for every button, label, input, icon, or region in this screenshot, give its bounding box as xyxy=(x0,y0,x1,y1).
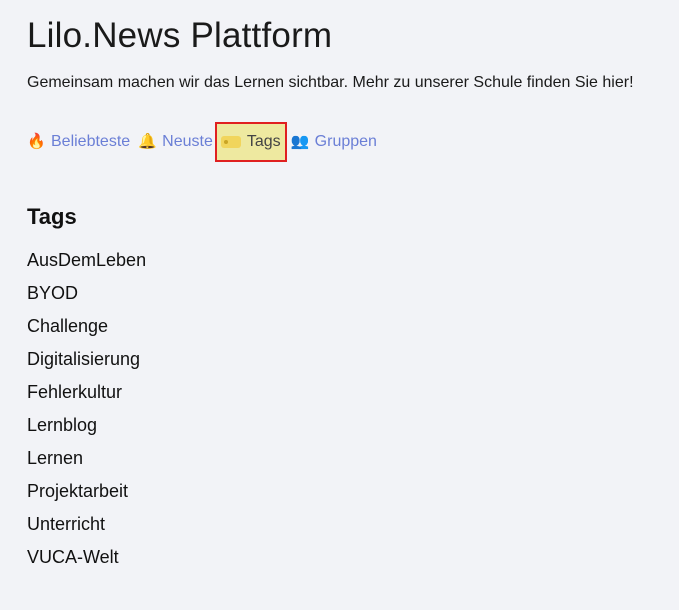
list-item[interactable]: AusDemLeben xyxy=(27,244,679,277)
tagline-text: Gemeinsam machen wir das Lernen sichtbar… xyxy=(27,74,634,91)
nav-item-label: Neuste xyxy=(162,133,213,150)
nav-item-neuste[interactable]: 🔔 Neuste xyxy=(138,130,213,154)
bell-icon: 🔔 xyxy=(138,133,157,150)
main-nav: 🔥 Beliebteste 🔔 Neuste Tags 👥 Gruppen xyxy=(27,122,679,162)
nav-item-tags[interactable]: Tags xyxy=(214,122,287,162)
list-item[interactable]: Projektarbeit xyxy=(27,475,679,508)
site-tagline: Gemeinsam machen wir das Lernen sichtbar… xyxy=(27,72,679,94)
list-item[interactable]: Lernblog xyxy=(27,409,679,442)
list-item[interactable]: Digitalisierung xyxy=(27,343,679,376)
tag-list: AusDemLeben BYOD Challenge Digitalisieru… xyxy=(27,244,679,574)
list-item[interactable]: Challenge xyxy=(27,310,679,343)
fire-icon: 🔥 xyxy=(27,133,46,150)
nav-item-label: Gruppen xyxy=(314,133,377,150)
section-title: Tags xyxy=(27,204,77,229)
tag-icon xyxy=(220,136,241,148)
site-title: Lilo.News Plattform xyxy=(27,16,333,55)
list-item[interactable]: Lernen xyxy=(27,442,679,475)
nav-item-label: Tags xyxy=(246,133,281,150)
list-item[interactable]: VUCA-Welt xyxy=(27,541,679,574)
people-icon: 👥 xyxy=(290,133,310,150)
list-item[interactable]: Fehlerkultur xyxy=(27,376,679,409)
nav-item-beliebteste[interactable]: 🔥 Beliebteste xyxy=(27,130,130,154)
list-item[interactable]: BYOD xyxy=(27,277,679,310)
page: Lilo.News Plattform Gemeinsam machen wir… xyxy=(0,0,679,610)
list-item[interactable]: Unterricht xyxy=(27,508,679,541)
nav-item-label: Beliebteste xyxy=(51,133,131,150)
nav-item-gruppen[interactable]: 👥 Gruppen xyxy=(291,130,377,154)
